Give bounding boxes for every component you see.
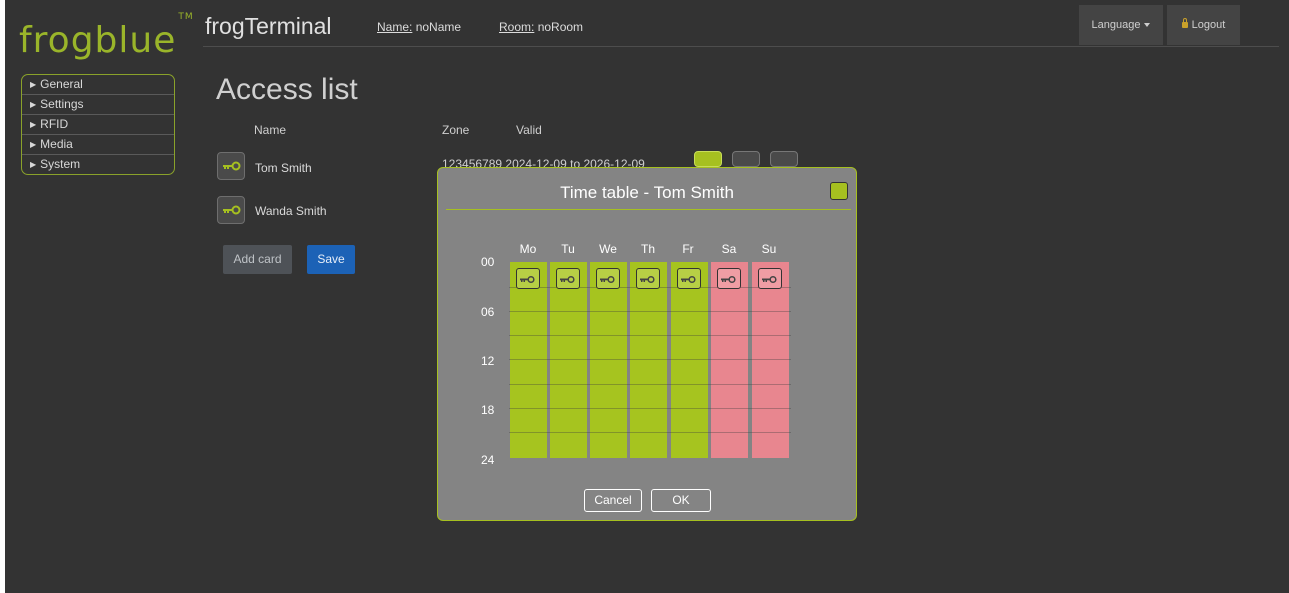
hour-label-18: 18	[481, 403, 495, 417]
access-key-fr[interactable]	[677, 268, 701, 289]
day-column-sa[interactable]	[711, 262, 748, 458]
sidebar-item-rfid[interactable]: ▶ RFID	[22, 115, 174, 135]
modal-title: Time table - Tom Smith	[560, 183, 734, 202]
sidebar-menu: ▶ General ▶ Settings ▶ RFID ▶ Media ▶ System	[21, 74, 175, 175]
key-icon	[560, 275, 575, 284]
column-header-valid: Valid	[516, 123, 542, 137]
grid-line	[509, 432, 791, 433]
app-window: frogblueTM frogTerminal Name: noName Roo…	[5, 0, 1289, 593]
page-title: Access list	[216, 73, 358, 106]
logout-button[interactable]: Logout	[1167, 5, 1240, 45]
app-title: frogTerminal	[205, 13, 332, 39]
grid-line	[509, 335, 791, 336]
name-key-label: Name:	[377, 20, 413, 34]
key-icon	[762, 275, 777, 284]
save-button[interactable]: Save	[307, 245, 355, 274]
hour-label-06: 06	[481, 305, 495, 319]
access-key-th[interactable]	[636, 268, 660, 289]
key-icon	[223, 205, 241, 215]
day-column-tu[interactable]	[550, 262, 587, 458]
card-key-button-wanda[interactable]	[217, 196, 245, 224]
lock-icon	[1181, 18, 1188, 28]
grid-line	[509, 359, 791, 360]
row-name-tom: Tom Smith	[255, 161, 312, 175]
access-key-mo[interactable]	[516, 268, 540, 289]
sidebar-item-system[interactable]: ▶ System	[22, 155, 174, 174]
caret-down-icon	[1144, 23, 1151, 28]
modal-title-divider	[446, 209, 851, 210]
header-name-info: Name: noName	[377, 20, 461, 34]
calendar-icon	[830, 182, 848, 200]
key-icon	[520, 275, 535, 284]
triangle-right-icon: ▶	[30, 120, 37, 129]
access-key-sa[interactable]	[717, 268, 741, 289]
key-icon	[600, 275, 615, 284]
language-dropdown[interactable]: Language	[1079, 5, 1163, 45]
day-label-we: We	[599, 242, 617, 256]
day-label-th: Th	[640, 242, 655, 256]
hour-label-24: 24	[481, 453, 495, 467]
day-column-we[interactable]	[590, 262, 627, 458]
day-label-tu: Tu	[561, 242, 575, 256]
day-label-su: Su	[761, 242, 777, 256]
language-label: Language	[1091, 19, 1141, 31]
access-key-we[interactable]	[596, 268, 620, 289]
hour-label-12: 12	[481, 354, 495, 368]
triangle-right-icon: ▶	[30, 140, 37, 149]
timetable-calendar-button[interactable]	[694, 151, 722, 167]
sidebar-item-media[interactable]: ▶ Media	[22, 135, 174, 155]
cancel-button[interactable]: Cancel	[584, 489, 642, 512]
ok-button[interactable]: OK	[651, 489, 711, 512]
grid-line	[509, 384, 791, 385]
hour-label-00: 00	[481, 255, 495, 269]
day-label-mo: Mo	[519, 242, 537, 256]
triangle-right-icon: ▶	[30, 100, 37, 109]
key-icon	[681, 275, 696, 284]
header-room-info: Room: noRoom	[499, 20, 583, 34]
card-key-button-tom[interactable]	[217, 152, 245, 180]
room-key-label: Room:	[499, 20, 535, 34]
row-name-wanda: Wanda Smith	[255, 204, 327, 218]
triangle-right-icon: ▶	[30, 160, 37, 169]
grid-line	[509, 311, 791, 312]
edit-pencil-button[interactable]	[732, 151, 760, 167]
add-card-button[interactable]: Add card	[223, 245, 292, 274]
name-value: noName	[415, 20, 462, 34]
column-header-zone: Zone	[442, 123, 470, 137]
key-icon	[721, 275, 736, 284]
day-label-fr: Fr	[682, 242, 694, 256]
grid-line	[509, 408, 791, 409]
access-key-su[interactable]	[758, 268, 782, 289]
day-column-th[interactable]	[630, 262, 667, 458]
day-label-sa: Sa	[721, 242, 737, 256]
sidebar-item-settings[interactable]: ▶ Settings	[22, 95, 174, 115]
day-column-fr[interactable]	[671, 262, 708, 458]
day-column-mo[interactable]	[510, 262, 547, 458]
key-icon	[223, 161, 241, 171]
frogblue-logo: frogblueTM	[19, 12, 194, 61]
header-divider	[203, 46, 1279, 47]
day-column-su[interactable]	[752, 262, 789, 458]
delete-trash-button[interactable]	[770, 151, 798, 167]
triangle-right-icon: ▶	[30, 80, 37, 89]
timetable-modal: Time table - Tom Smith Mo Tu We Th Fr Sa…	[437, 167, 857, 521]
sidebar-item-general[interactable]: ▶ General	[22, 75, 174, 95]
logout-label: Logout	[1191, 19, 1226, 31]
key-icon	[640, 275, 655, 284]
room-value: noRoom	[537, 20, 584, 34]
column-header-name: Name	[254, 123, 287, 137]
access-key-tu[interactable]	[556, 268, 580, 289]
